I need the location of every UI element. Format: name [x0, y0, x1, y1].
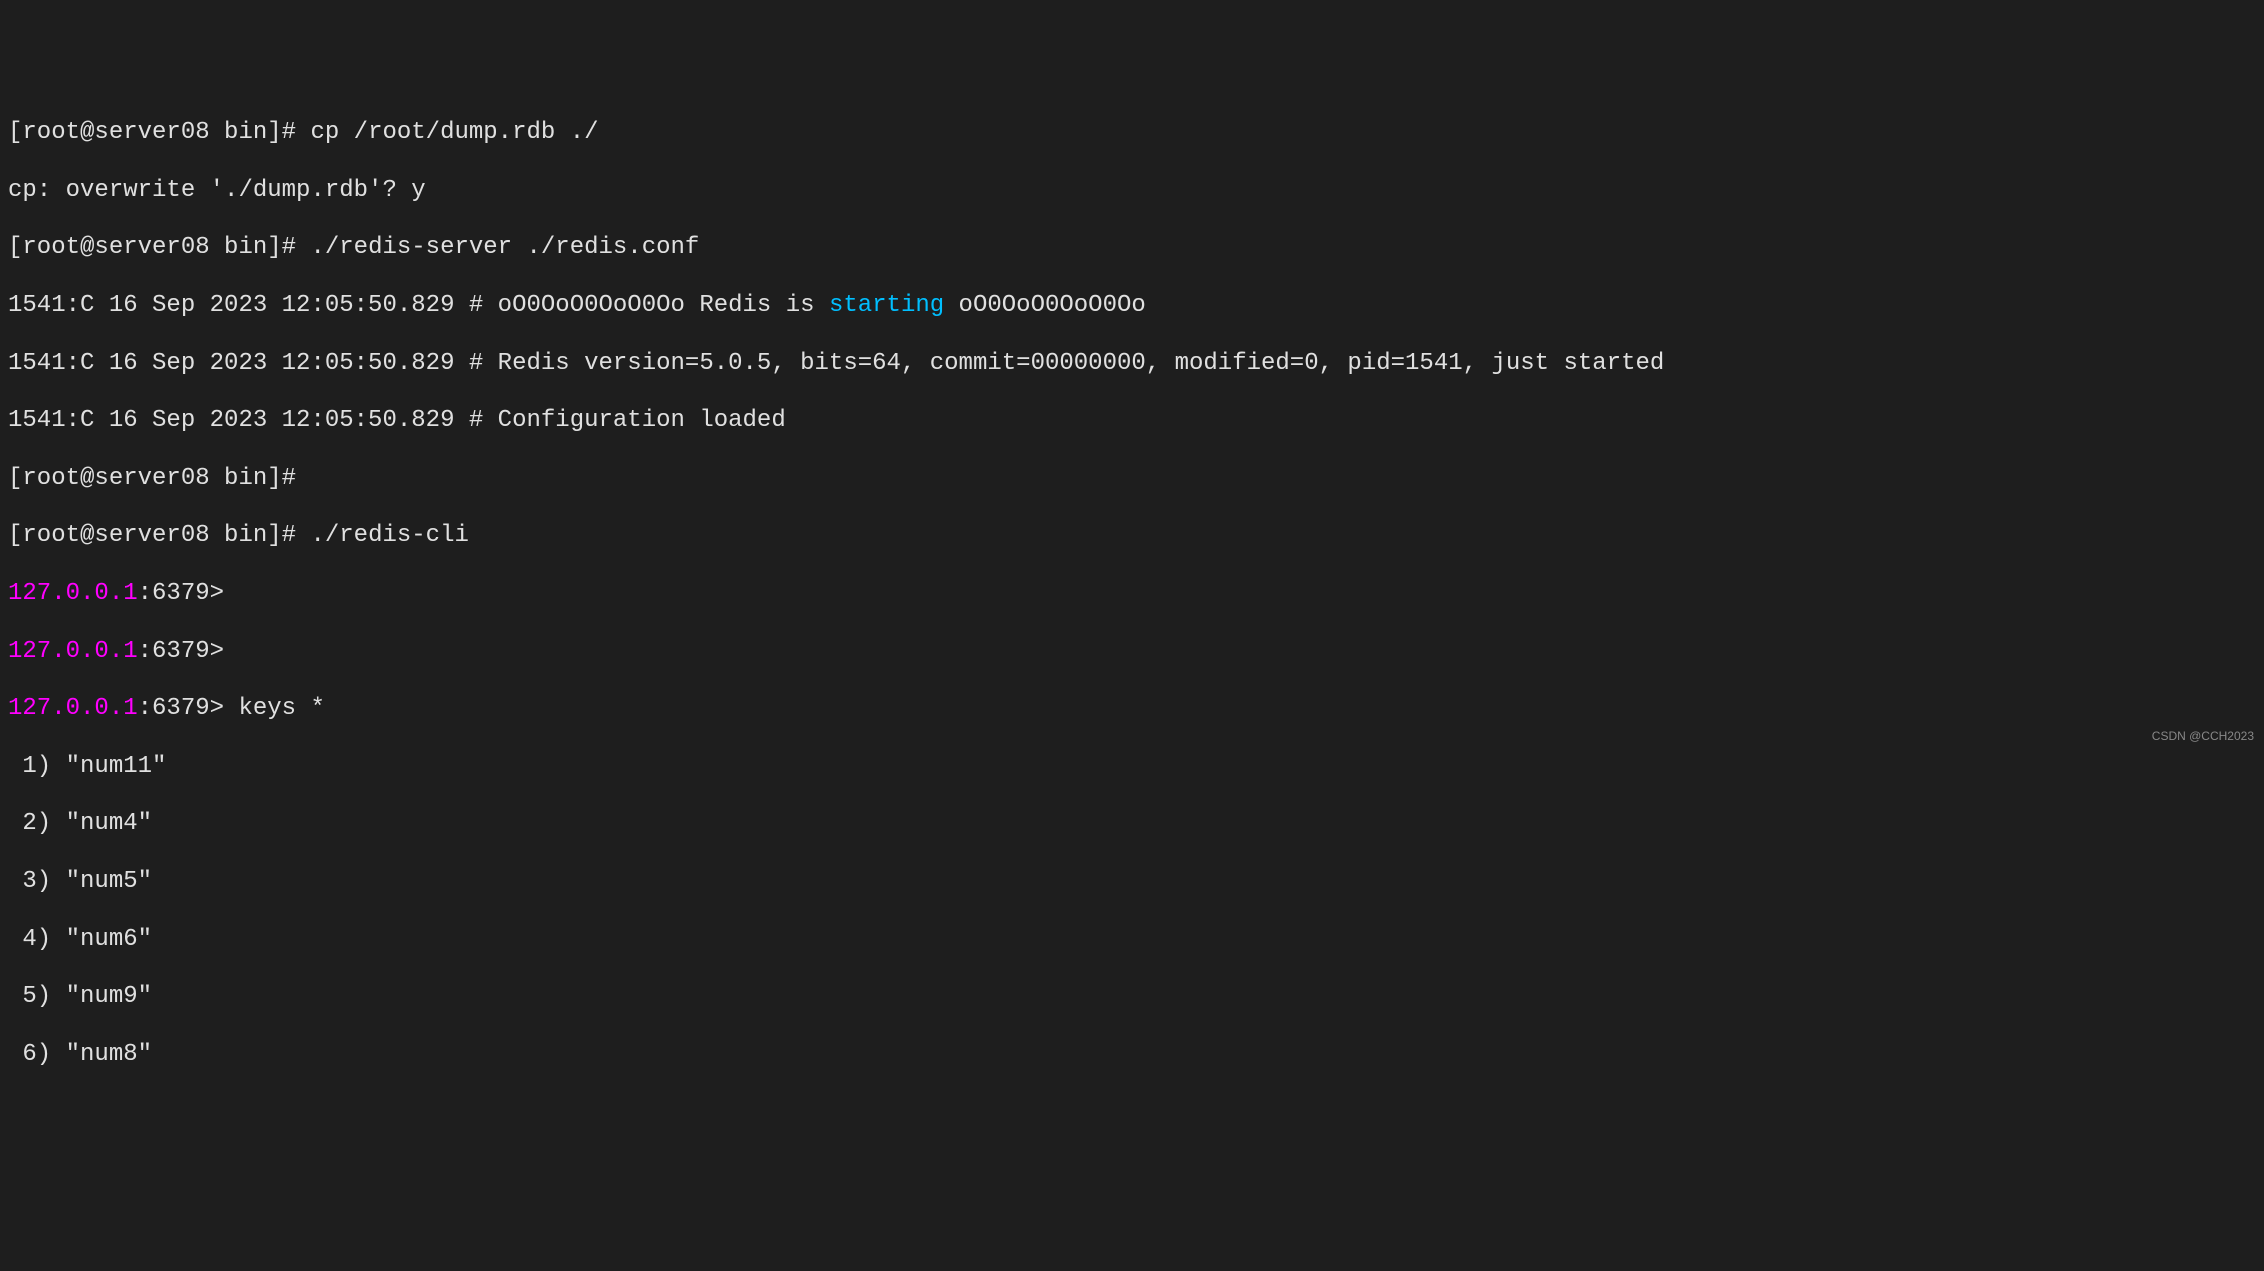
redis-command: keys *: [224, 695, 325, 722]
result-item: 1) "num11": [8, 753, 166, 780]
redis-ip: 127.0.0.1: [8, 580, 138, 607]
redis-port: :6379>: [138, 580, 224, 607]
terminal-line: [root@server08 bin]# cp /root/dump.rdb .…: [8, 119, 2256, 148]
starting-keyword: starting: [829, 292, 944, 319]
terminal-line: [root@server08 bin]# ./redis-cli: [8, 522, 2256, 551]
command-text: ./redis-server ./redis.conf: [310, 234, 699, 261]
terminal-line: 1541:C 16 Sep 2023 12:05:50.829 # Redis …: [8, 350, 2256, 379]
log-output: oO0OoO0OoO0Oo: [944, 292, 1146, 319]
redis-port: :6379>: [138, 638, 224, 665]
result-item: 5) "num9": [8, 983, 152, 1010]
log-output: 1541:C 16 Sep 2023 12:05:50.829 # Config…: [8, 407, 786, 434]
redis-prompt-line[interactable]: 127.0.0.1:6379> keys *: [8, 695, 2256, 724]
result-item: 6) "num8": [8, 1041, 152, 1068]
shell-prompt: [root@server08 bin]#: [8, 522, 310, 549]
result-line: 1) "num11": [8, 753, 2256, 782]
terminal-line: 1541:C 16 Sep 2023 12:05:50.829 # Config…: [8, 407, 2256, 436]
terminal-line: cp: overwrite './dump.rdb'? y: [8, 177, 2256, 206]
shell-prompt: [root@server08 bin]#: [8, 465, 296, 492]
result-line: 2) "num4": [8, 810, 2256, 839]
result-item: 3) "num5": [8, 868, 152, 895]
log-output: 1541:C 16 Sep 2023 12:05:50.829 # Redis …: [8, 350, 1664, 377]
result-item: 4) "num6": [8, 926, 152, 953]
result-item: 2) "num4": [8, 810, 152, 837]
shell-prompt: [root@server08 bin]#: [8, 234, 310, 261]
log-output: 1541:C 16 Sep 2023 12:05:50.829 # oO0OoO…: [8, 292, 829, 319]
redis-prompt-line: 127.0.0.1:6379>: [8, 580, 2256, 609]
overwrite-prompt: cp: overwrite './dump.rdb'? y: [8, 177, 426, 204]
redis-ip: 127.0.0.1: [8, 638, 138, 665]
watermark: CSDN @CCH2023: [2152, 729, 2254, 743]
result-line: 4) "num6": [8, 926, 2256, 955]
result-line: 3) "num5": [8, 868, 2256, 897]
terminal-line: [root@server08 bin]#: [8, 465, 2256, 494]
result-line: 6) "num8": [8, 1041, 2256, 1070]
redis-port: :6379>: [138, 695, 224, 722]
result-line: 5) "num9": [8, 983, 2256, 1012]
shell-prompt: [root@server08 bin]#: [8, 119, 310, 146]
command-text: ./redis-cli: [310, 522, 468, 549]
terminal-line: 1541:C 16 Sep 2023 12:05:50.829 # oO0OoO…: [8, 292, 2256, 321]
terminal-line: [root@server08 bin]# ./redis-server ./re…: [8, 234, 2256, 263]
redis-prompt-line: 127.0.0.1:6379>: [8, 638, 2256, 667]
command-text: cp /root/dump.rdb ./: [310, 119, 598, 146]
redis-ip: 127.0.0.1: [8, 695, 138, 722]
